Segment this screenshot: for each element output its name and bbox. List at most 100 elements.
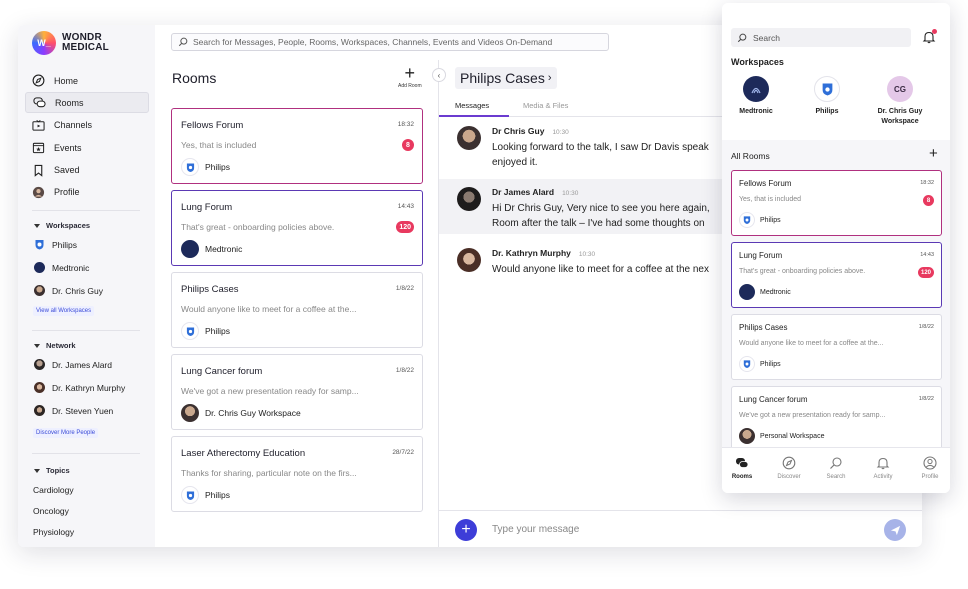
sidebar-workspace-philips[interactable]: Philips xyxy=(34,239,77,250)
room-card-lung-cancer-forum[interactable]: Lung Cancer forum 1/8/22 We've got a new… xyxy=(171,354,423,430)
mobile-room-card[interactable]: Fellows Forum 18:32 Yes, that is include… xyxy=(731,170,942,236)
room-workspace: Philips xyxy=(181,486,230,504)
philips-shield-icon xyxy=(181,158,199,176)
page-title: Rooms xyxy=(172,70,217,86)
bottom-nav-activity[interactable]: Activity xyxy=(863,456,903,480)
logo-mark: W_ xyxy=(32,31,56,55)
room-time: 1/8/22 xyxy=(918,396,934,402)
view-all-workspaces-link[interactable]: View all Workspaces xyxy=(33,306,95,316)
room-card-lung-forum[interactable]: Lung Forum 14:43 That's great - onboardi… xyxy=(171,190,423,266)
avatar-icon xyxy=(32,186,45,199)
discover-more-people-link[interactable]: Discover More People xyxy=(33,428,99,438)
tab-media-files[interactable]: Media & Files xyxy=(523,101,568,110)
bottom-nav-profile[interactable]: Profile xyxy=(910,456,950,480)
avatar xyxy=(181,404,199,422)
medtronic-logo-icon xyxy=(739,284,755,300)
bottom-nav-search[interactable]: Search xyxy=(816,456,856,480)
workspace-medtronic[interactable]: Medtronic xyxy=(726,76,786,117)
caret-down-icon xyxy=(34,223,40,228)
avatar xyxy=(457,187,481,211)
divider xyxy=(32,330,140,331)
topic-oncology[interactable]: Oncology xyxy=(33,506,69,516)
room-card-philips-cases[interactable]: Philips Cases 1/8/22 Would anyone like t… xyxy=(171,272,423,348)
room-name: Lung Cancer forum xyxy=(739,395,808,404)
network-section-toggle[interactable]: Network xyxy=(34,341,76,350)
topics-section-toggle[interactable]: Topics xyxy=(34,466,70,475)
workspace-label: Philips xyxy=(760,216,781,224)
unread-badge: 120 xyxy=(396,221,414,233)
workspace-chris-guy[interactable]: CG Dr. Chris Guy Workspace xyxy=(870,76,930,127)
room-preview: We've got a new presentation ready for s… xyxy=(181,386,359,396)
sidebar-workspace-medtronic[interactable]: Medtronic xyxy=(34,262,89,273)
nav-item-home[interactable]: Home xyxy=(25,70,149,91)
avatar xyxy=(34,382,45,393)
room-preview: Thanks for sharing, particular note on t… xyxy=(181,468,357,478)
nav-item-saved[interactable]: Saved xyxy=(25,160,149,181)
sidebar-person-kathryn-murphy[interactable]: Dr. Kathryn Murphy xyxy=(34,382,125,393)
chat-title-button[interactable]: Philips Cases › xyxy=(455,67,557,89)
room-card-laser-atherectomy[interactable]: Laser Atherectomy Education 28/7/22 Than… xyxy=(171,436,423,512)
room-workspace: Philips xyxy=(739,356,781,372)
main-nav: Home Rooms Channels Events Saved Profile xyxy=(25,70,149,204)
send-button[interactable] xyxy=(884,519,906,541)
message-text: Hi Dr Chris Guy, Very nice to see you he… xyxy=(492,203,710,229)
topic-physiology[interactable]: Physiology xyxy=(33,527,74,537)
nav-label: Rooms xyxy=(55,97,84,108)
mobile-bottom-nav: Rooms Discover Search Activity Profile xyxy=(722,447,950,493)
workspaces-section-toggle[interactable]: Workspaces xyxy=(34,221,90,230)
nav-item-rooms[interactable]: Rooms xyxy=(25,92,149,114)
room-time: 14:43 xyxy=(397,203,414,210)
avatar xyxy=(457,126,481,150)
workspace-label: Medtronic xyxy=(205,244,243,254)
nav-item-events[interactable]: Events xyxy=(25,137,149,158)
sidebar-person-james-alard[interactable]: Dr. James Alard xyxy=(34,359,112,370)
nav-item-channels[interactable]: Channels xyxy=(25,115,149,136)
room-time: 18:32 xyxy=(920,180,934,186)
compass-icon xyxy=(32,74,45,87)
avatar xyxy=(739,428,755,444)
room-preview: That's great - onboarding policies above… xyxy=(181,222,335,232)
add-room-plus-icon[interactable]: + xyxy=(929,145,938,162)
bottom-nav-discover[interactable]: Discover xyxy=(769,456,809,480)
bottom-nav-rooms[interactable]: Rooms xyxy=(722,456,762,480)
chat-title: Philips Cases xyxy=(460,70,545,86)
workspace-label: Medtronic xyxy=(739,108,773,115)
plus-icon: + xyxy=(404,63,416,83)
message-time: 10:30 xyxy=(552,129,569,136)
room-name: Lung Forum xyxy=(181,202,233,213)
nav-label: Profile xyxy=(54,187,80,198)
workspace-philips[interactable]: Philips xyxy=(797,76,857,117)
workspace-label: Medtronic xyxy=(760,288,791,296)
topic-cardiology[interactable]: Cardiology xyxy=(33,485,74,495)
room-workspace: Dr. Chris Guy Workspace xyxy=(181,404,301,422)
message-input[interactable]: Type your message xyxy=(492,524,579,535)
sidebar-person-steven-yuen[interactable]: Dr. Steven Yuen xyxy=(34,405,113,416)
compass-icon xyxy=(782,456,796,470)
room-name: Fellows Forum xyxy=(739,179,792,188)
global-search-input[interactable]: Search for Messages, People, Rooms, Work… xyxy=(171,33,609,51)
tab-messages[interactable]: Messages xyxy=(455,101,489,110)
room-card-fellows-forum[interactable]: Fellows Forum 18:32 Yes, that is include… xyxy=(171,108,423,184)
mobile-room-card[interactable]: Lung Forum 14:43 That's great - onboardi… xyxy=(731,242,942,308)
mobile-room-card[interactable]: Lung Cancer forum 1/8/22 We've got a new… xyxy=(731,386,942,452)
philips-shield-icon xyxy=(181,322,199,340)
workspace-initials-avatar: CG xyxy=(887,76,913,102)
sidebar: W_ WONDR MEDICAL Home Rooms Channels Eve… xyxy=(18,25,155,547)
sidebar-workspace-chris-guy[interactable]: Dr. Chris Guy xyxy=(34,285,103,296)
attach-plus-button[interactable]: + xyxy=(455,519,477,541)
calendar-star-icon xyxy=(32,141,45,154)
brand-logo[interactable]: W_ WONDR MEDICAL xyxy=(32,31,109,55)
chat-bubbles-icon xyxy=(736,458,749,468)
mobile-room-card[interactable]: Philips Cases 1/8/22 Would anyone like t… xyxy=(731,314,942,380)
mobile-search-input[interactable]: Search xyxy=(731,28,911,47)
nav-item-profile[interactable]: Profile xyxy=(25,182,149,203)
room-preview: We've got a new presentation ready for s… xyxy=(739,412,886,419)
add-room-button[interactable]: + Add Room xyxy=(398,63,422,89)
avatar xyxy=(34,359,45,370)
user-circle-icon xyxy=(923,456,937,470)
avatar xyxy=(34,405,45,416)
rooms-list-panel: Rooms + Add Room Fellows Forum 18:32 Yes… xyxy=(155,60,439,547)
bell-icon xyxy=(876,457,890,470)
chevron-right-icon: › xyxy=(547,72,552,84)
philips-shield-icon xyxy=(814,76,840,102)
